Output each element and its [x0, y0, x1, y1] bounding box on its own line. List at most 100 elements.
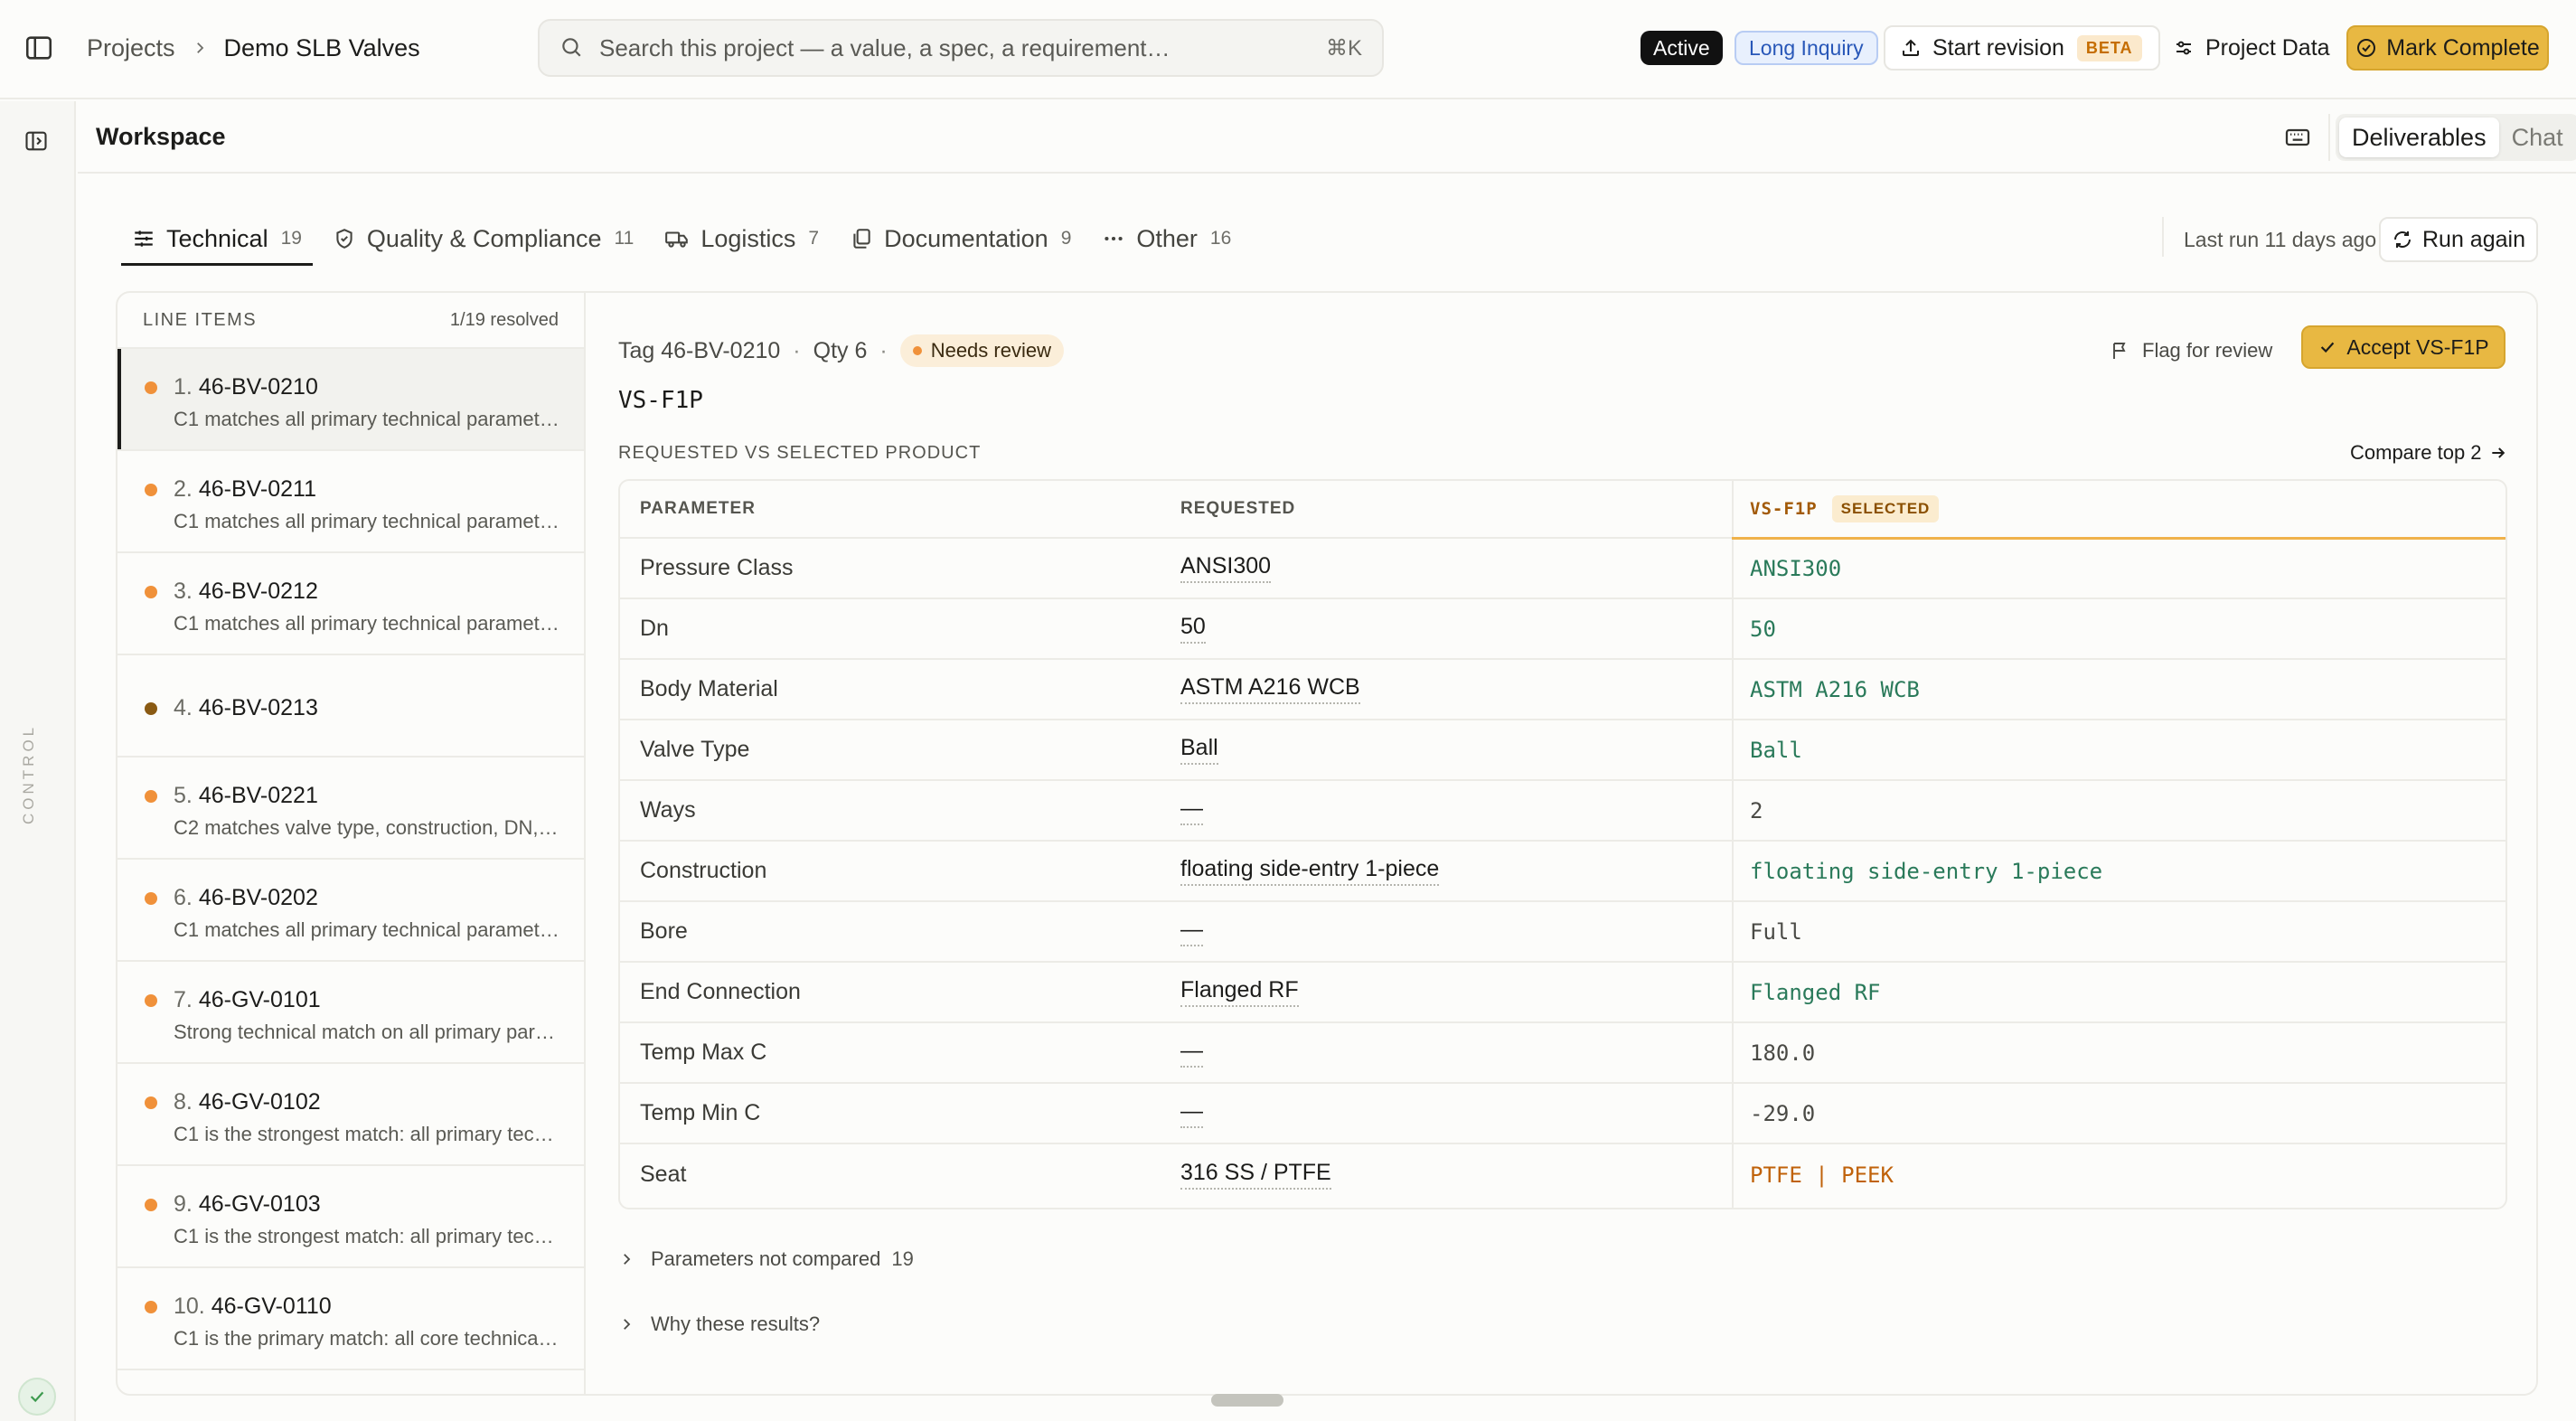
expander-label: Why these results? [651, 1313, 821, 1335]
requested-value[interactable]: ASTM A216 WCB [1180, 674, 1360, 704]
tab-other[interactable]: Other 16 [1091, 213, 1242, 264]
resolved-count: 1/19 resolved [449, 309, 559, 330]
item-tag: Tag 46-BV-0210 [618, 337, 781, 363]
check-icon[interactable] [18, 1378, 56, 1416]
list-item[interactable]: 5. 46-BV-0221 C2 matches valve type, cons… [118, 758, 584, 860]
requested-value[interactable]: — [1180, 1098, 1203, 1128]
parameter-cell: End Connection [640, 979, 801, 1004]
run-again-button[interactable]: Run again [2379, 217, 2538, 262]
list-item[interactable]: 10. 46-GV-0110 C1 is the primary match: a… [118, 1268, 584, 1370]
tab-count: 7 [808, 228, 820, 249]
why-these-results-toggle[interactable]: Why these results? [618, 1313, 820, 1336]
parameter-cell: Pressure Class [640, 555, 794, 580]
requested-cell: floating side-entry 1-piece [1180, 842, 1440, 900]
parameters-not-compared-toggle[interactable]: Parameters not compared 19 [618, 1247, 914, 1271]
list-item[interactable]: 3. 46-BV-0212 C1 matches all primary tech… [118, 553, 584, 655]
list-item[interactable]: 8. 46-GV-0102 C1 is the strongest match: … [118, 1064, 584, 1166]
list-item[interactable]: 9. 46-GV-0103 C1 is the strongest match: … [118, 1166, 584, 1268]
chevron-right-icon [618, 1316, 651, 1332]
divider [2162, 217, 2164, 257]
tab-chat[interactable]: Chat [2499, 118, 2576, 157]
status-label: Needs review [930, 339, 1051, 362]
product-name: VS-F1P [618, 387, 703, 414]
expander-count: 19 [891, 1247, 914, 1270]
requested-value[interactable]: — [1180, 795, 1203, 825]
mark-complete-label: Mark Complete [2386, 34, 2540, 61]
table-header-row: PARAMETER REQUESTED VS-F1P SELECTED [620, 481, 2505, 539]
compare-top-link[interactable]: Compare top 2 [2350, 441, 2507, 465]
requested-value[interactable]: Flanged RF [1180, 977, 1299, 1007]
tab-label: Logistics [700, 224, 796, 252]
item-qty: Qty 6 [813, 337, 868, 363]
list-item[interactable]: 4. 46-BV-0213 [118, 655, 584, 758]
resize-handle[interactable] [1211, 1394, 1283, 1407]
breadcrumb-projects[interactable]: Projects [87, 34, 175, 62]
item-title: 4. 46-BV-0213 [174, 695, 318, 721]
requested-value[interactable]: 316 SS / PTFE [1180, 1160, 1331, 1190]
selected-cell: Full [1750, 918, 1802, 945]
requested-value[interactable]: Ball [1180, 735, 1218, 765]
item-tag: 46-GV-0110 [211, 1294, 332, 1319]
settings-sliders-icon [2173, 37, 2205, 59]
tab-label: Technical [166, 224, 268, 252]
start-revision-button[interactable]: Start revision BETA [1884, 25, 2160, 71]
accept-product-button[interactable]: Accept VS-F1P [2301, 325, 2505, 369]
parameter-cell: Valve Type [640, 737, 750, 762]
parameter-cell: Ways [640, 797, 696, 823]
requested-value[interactable]: — [1180, 917, 1203, 946]
requested-cell: ANSI300 [1180, 539, 1272, 598]
item-number: 8. [174, 1089, 193, 1115]
item-number: 9. [174, 1191, 193, 1217]
item-title: 6. 46-BV-0202 [174, 885, 318, 911]
table-row: Ways — 2 [620, 781, 2505, 842]
tab-quality-compliance[interactable]: Quality & Compliance 11 [322, 213, 644, 264]
list-item[interactable]: 11. 46-GV-0111 [118, 1370, 584, 1394]
deliverables-panel: LINE ITEMS 1/19 resolved 1. 46-BV-0210 C1… [116, 291, 2538, 1396]
search-input[interactable] [599, 33, 1326, 62]
requested-cell: — [1180, 1023, 1203, 1082]
flag-for-review-button[interactable]: Flag for review [2110, 333, 2272, 369]
selected-cell: 50 [1750, 616, 1776, 642]
requested-value[interactable]: — [1180, 1038, 1203, 1068]
header-selected-product: VS-F1P SELECTED [1750, 481, 1940, 537]
list-item[interactable]: 2. 46-BV-0211 C1 matches all primary tech… [118, 451, 584, 553]
tab-logistics[interactable]: Logistics 7 [653, 213, 830, 264]
item-number: 3. [174, 579, 193, 604]
tab-count: 16 [1209, 228, 1232, 249]
project-data-button[interactable]: Project Data [2158, 25, 2345, 71]
comparison-table: PARAMETER REQUESTED VS-F1P SELECTED Pres… [618, 479, 2507, 1209]
tab-technical[interactable]: Technical 19 [121, 213, 313, 266]
mark-complete-button[interactable]: Mark Complete [2346, 25, 2549, 71]
list-item[interactable]: 7. 46-GV-0101 Strong technical match on a… [118, 962, 584, 1064]
sidebar-toggle-icon[interactable] [24, 33, 56, 65]
requested-value[interactable]: 50 [1180, 614, 1206, 644]
project-search[interactable]: ⌘K [538, 19, 1384, 77]
panel-expand-icon[interactable] [24, 128, 51, 155]
selected-cell: -29.0 [1750, 1100, 1816, 1126]
keyboard-icon[interactable] [2283, 123, 2314, 154]
list-item[interactable]: 1. 46-BV-0210 C1 matches all primary tech… [118, 349, 584, 451]
upload-icon [1900, 37, 1932, 59]
requested-value[interactable]: floating side-entry 1-piece [1180, 856, 1440, 886]
table-row: Temp Max C — 180.0 [620, 1023, 2505, 1084]
project-data-label: Project Data [2205, 34, 2330, 61]
line-item-detail: Tag 46-BV-0210 · Qty 6 · Needs review VS… [588, 293, 2536, 1394]
item-number: 7. [174, 987, 193, 1012]
chevron-right-icon [618, 1251, 651, 1267]
item-tag: 46-BV-0221 [198, 783, 318, 808]
tab-deliverables[interactable]: Deliverables [2339, 118, 2499, 157]
requested-cell: 316 SS / PTFE [1180, 1144, 1331, 1205]
tab-label: Documentation [884, 224, 1048, 252]
requested-value[interactable]: ANSI300 [1180, 553, 1272, 583]
requested-cell: Flanged RF [1180, 963, 1299, 1021]
workspace-title: Workspace [96, 123, 226, 150]
item-description: C1 is the strongest match: all primary t… [174, 1123, 562, 1145]
status-dot [145, 586, 157, 598]
tab-documentation[interactable]: Documentation 9 [839, 213, 1082, 264]
list-item[interactable]: 6. 46-BV-0202 C1 matches all primary tech… [118, 860, 584, 962]
requested-cell: ASTM A216 WCB [1180, 660, 1360, 719]
table-row: Seat 316 SS / PTFE PTFE | PEEK [620, 1144, 2505, 1205]
item-tag: 46-GV-0101 [198, 987, 321, 1012]
status-dot [145, 381, 157, 394]
item-title: 9. 46-GV-0103 [174, 1191, 321, 1218]
